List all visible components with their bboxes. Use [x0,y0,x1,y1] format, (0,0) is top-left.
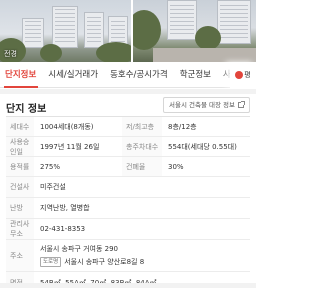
tree-image [40,44,62,62]
building-image [84,12,104,48]
photo-caption: 전경 [4,50,17,58]
table-row: 주소 서울시 송파구 거여동 290 도로명 서울시 송파구 양산로8길 8 [6,240,250,272]
households-label: 세대수 [6,117,34,136]
building-registry-link[interactable]: 서울시 건축물 대장 정보 [163,97,250,113]
street-photo[interactable] [132,0,256,62]
complex-info-table: 세대수 1004세대(8개동) 저/최고층 8층/12층 사용승인일 1997년… [6,116,250,288]
section-divider [0,283,256,288]
approval-label: 사용승인일 [6,137,34,156]
floors-label: 저/최고층 [122,117,162,136]
households-value: 1004세대(8개동) [40,122,94,131]
tab-bar: 단지정보 시세/실거래가 동호수/공시가격 학군정보 사진 평 [0,62,256,88]
toggle-dot-icon [235,71,244,79]
approval-value: 1997년 11월 26일 [40,142,100,151]
table-row: 용적률 275% 건폐율 30% [6,157,250,177]
heating-label: 난방 [6,198,34,218]
table-row: 세대수 1004세대(8개동) 저/최고층 8층/12층 [6,117,250,137]
photo-gallery[interactable]: 전경 [0,0,256,62]
tab-price[interactable]: 시세/실거래가 [42,62,104,88]
exterior-photo[interactable]: 전경 [0,0,131,62]
tree-image [132,10,161,50]
table-row: 관리사무소 02-431-8353 [6,219,250,240]
office-label: 관리사무소 [6,219,34,239]
tab-complex-info[interactable]: 단지정보 [0,62,42,88]
office-phone-link[interactable]: 02-431-8353 [34,219,250,239]
table-row: 사용승인일 1997년 11월 26일 총주차대수 554대(세대당 0.55대… [6,137,250,157]
road-image [152,48,256,62]
complex-info-header: 단지 정보 서울시 건축물 대장 정보 [0,94,256,116]
bcr-value: 30% [168,162,184,171]
address-label: 주소 [6,240,34,271]
road-address: 도로명 서울시 송파구 양산로8길 8 [40,257,144,267]
building-image [166,0,197,40]
heating-value: 지역난방, 열병합 [40,204,90,212]
parking-value: 554대(세대당 0.55대) [168,142,237,151]
road-address-text: 서울시 송파구 양산로8길 8 [64,258,145,266]
area-unit-toggle[interactable]: 평 [230,62,256,88]
building-registry-label: 서울시 건축물 대장 정보 [169,101,235,109]
builder-label: 건설사 [6,177,34,197]
parking-label: 총주차대수 [122,137,162,156]
table-row: 난방 지역난방, 열병합 [6,198,250,219]
builder-value: 미주건설 [40,183,66,191]
tree-image [96,42,131,62]
address-block: 서울시 송파구 거여동 290 도로명 서울시 송파구 양산로8길 8 [34,240,144,271]
section-title: 단지 정보 [6,104,47,115]
building-image [22,18,44,48]
tab-school[interactable]: 학군정보 [174,62,217,88]
road-name-tag: 도로명 [40,257,62,267]
building-image [52,6,78,48]
floors-value: 8층/12층 [168,122,197,131]
far-label: 용적률 [6,157,34,176]
bcr-label: 건폐율 [122,157,162,176]
tree-image [194,26,221,50]
tab-unit-price[interactable]: 동호수/공시가격 [104,62,174,88]
table-row: 건설사 미주건설 [6,177,250,198]
far-value: 275% [40,162,61,171]
building-image [216,0,251,44]
area-unit-label: 평 [244,71,251,79]
lot-address: 서울시 송파구 거여동 290 [40,245,118,253]
external-link-icon [238,101,245,108]
